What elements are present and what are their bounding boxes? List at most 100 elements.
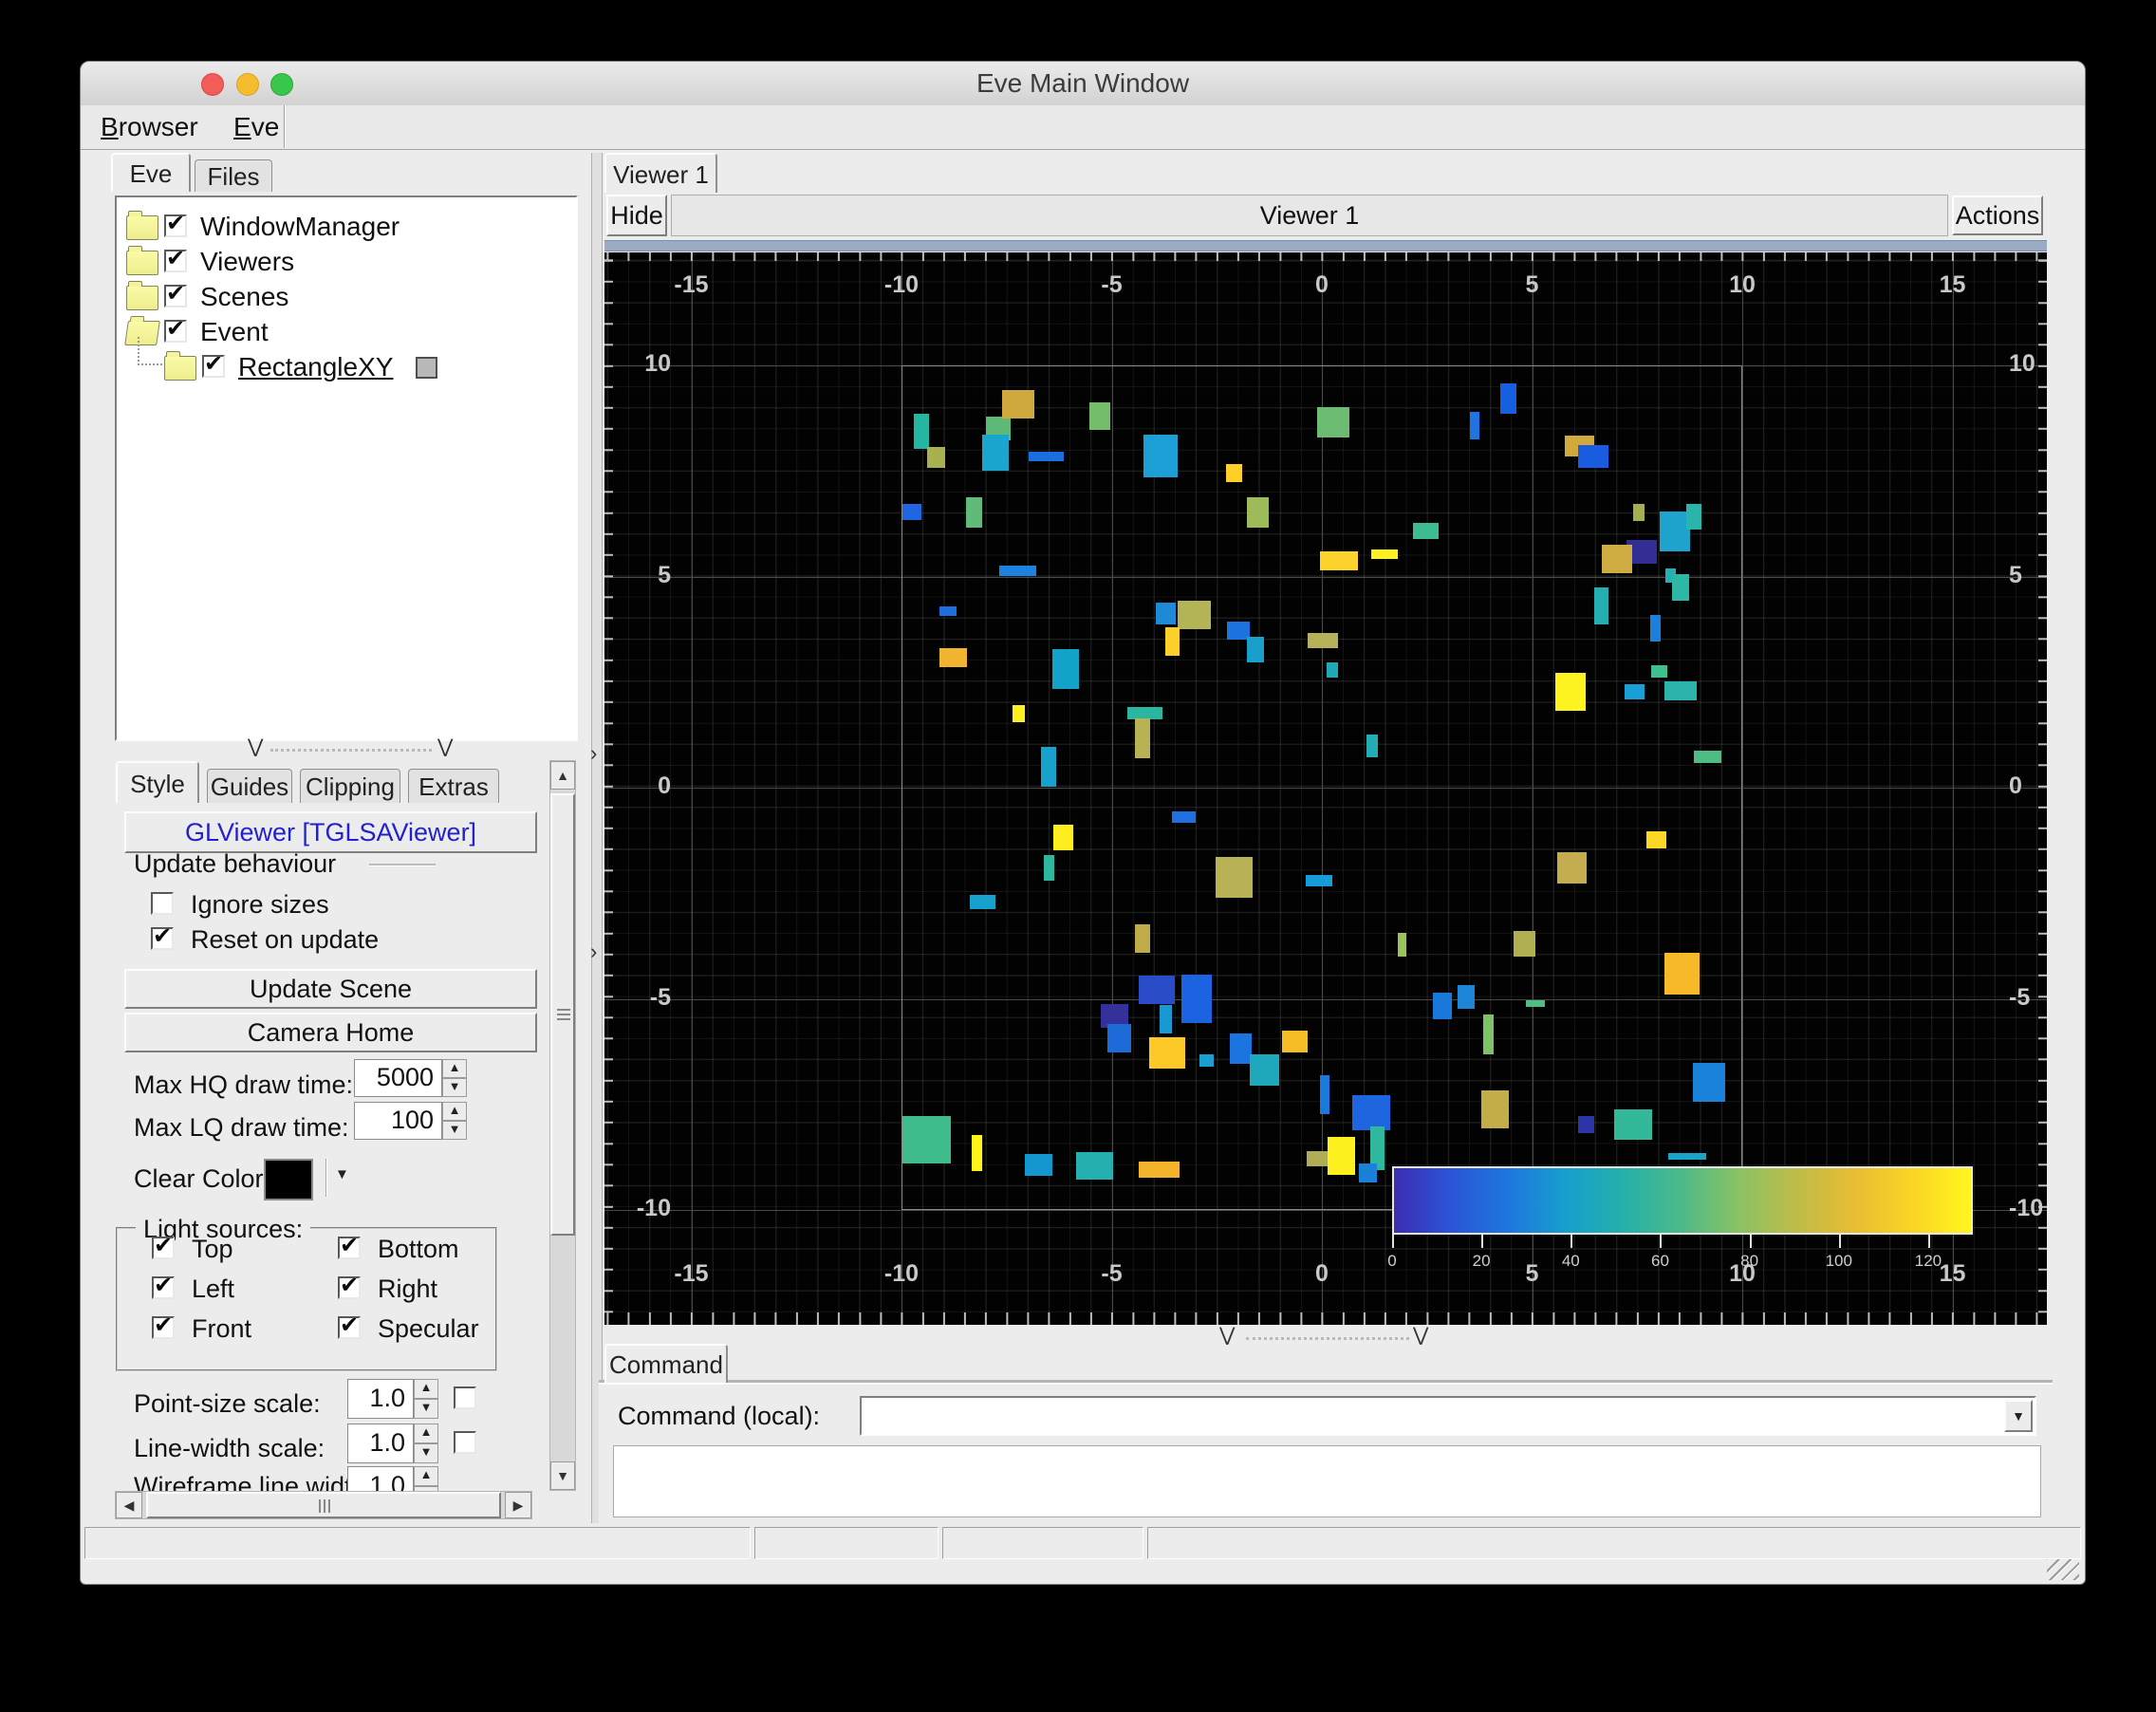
- spin-up-icon[interactable]: ▲: [414, 1466, 438, 1486]
- camera-home-button[interactable]: Camera Home: [124, 1013, 537, 1052]
- ignore-sizes-label: Ignore sizes: [191, 890, 329, 919]
- tree-checkbox[interactable]: ✔: [202, 351, 225, 378]
- gridline-x-15: [1952, 252, 1954, 1325]
- viewer-title-bar[interactable]: Viewer 1: [671, 195, 1948, 236]
- tab-viewer-1[interactable]: Viewer 1: [604, 153, 717, 193]
- top-light-checkbox[interactable]: ✔: [152, 1233, 175, 1259]
- splitter-arrow-icon[interactable]: ›: [590, 741, 597, 766]
- editor-hscrollbar[interactable]: ◀ ▶: [115, 1491, 532, 1519]
- tab-eve[interactable]: Eve: [111, 153, 191, 192]
- line-width-stepper[interactable]: ▲ ▼: [414, 1424, 438, 1463]
- color-dropdown-icon[interactable]: ▼: [335, 1166, 349, 1182]
- axis-label-bottom: 15: [1939, 1260, 1966, 1287]
- line-width-checkbox[interactable]: [454, 1431, 476, 1454]
- max-hq-input[interactable]: 5000: [354, 1059, 442, 1097]
- command-input[interactable]: [860, 1396, 2036, 1436]
- tab-extras[interactable]: Extras: [408, 769, 499, 803]
- scroll-left-icon[interactable]: ◀: [116, 1492, 142, 1518]
- splitter-handle[interactable]: [1246, 1337, 1409, 1340]
- max-hq-stepper[interactable]: ▲ ▼: [442, 1059, 467, 1097]
- scroll-up-icon[interactable]: ▲: [550, 761, 575, 790]
- command-output-area[interactable]: [613, 1445, 2041, 1517]
- splitter-arrow-icon[interactable]: ›: [590, 940, 597, 964]
- scene-rectangle: [1306, 875, 1333, 887]
- ignore-sizes-checkbox[interactable]: [151, 892, 174, 915]
- menu-browser[interactable]: Browser: [101, 105, 198, 149]
- folder-icon[interactable]: [126, 281, 158, 310]
- splitter-chevron-icon[interactable]: ⋁: [248, 737, 263, 756]
- line-width-input[interactable]: 1.0: [347, 1424, 414, 1463]
- point-size-checkbox[interactable]: [454, 1386, 476, 1409]
- max-lq-input[interactable]: 100: [354, 1102, 442, 1140]
- folder-icon[interactable]: [126, 246, 158, 275]
- wireframe-width-input[interactable]: 1.0: [347, 1466, 414, 1491]
- right-light-checkbox[interactable]: ✔: [338, 1273, 361, 1299]
- folder-icon[interactable]: [126, 211, 158, 240]
- spin-down-icon[interactable]: ▼: [414, 1443, 438, 1463]
- tree-checkbox[interactable]: ✔: [164, 246, 187, 272]
- command-dropdown-icon[interactable]: ▼: [2004, 1400, 2033, 1432]
- wireframe-width-stepper[interactable]: ▲▼: [414, 1466, 438, 1491]
- reset-on-update-checkbox[interactable]: ✔: [151, 923, 174, 950]
- splitter-chevron-icon[interactable]: ⋁: [437, 737, 453, 756]
- scroll-right-icon[interactable]: ▶: [505, 1492, 531, 1518]
- actions-button[interactable]: Actions: [1952, 195, 2043, 235]
- scroll-down-icon[interactable]: ▼: [550, 1461, 575, 1490]
- grip-icon: [319, 1499, 321, 1513]
- tree-item-scenes[interactable]: ✔ Scenes: [124, 280, 570, 312]
- menu-eve[interactable]: Eve: [233, 105, 279, 149]
- tab-command[interactable]: Command: [604, 1344, 728, 1383]
- clear-color-swatch[interactable]: [264, 1159, 313, 1200]
- scene-rectangle: [1664, 680, 1698, 700]
- spin-down-icon[interactable]: ▼: [414, 1399, 438, 1419]
- tree-item-rectanglexy[interactable]: ✔ RectangleXY: [124, 337, 570, 382]
- status-segment-2: [942, 1527, 1143, 1559]
- panel-splitter[interactable]: [591, 153, 603, 1523]
- scene-rectangle: [1160, 1005, 1172, 1033]
- scene-rectangle: [1514, 930, 1536, 957]
- spin-up-icon[interactable]: ▲: [442, 1102, 467, 1121]
- left-light-checkbox[interactable]: ✔: [152, 1273, 175, 1299]
- point-size-input[interactable]: 1.0: [347, 1379, 414, 1419]
- specular-light-checkbox[interactable]: ✔: [338, 1312, 361, 1339]
- tab-guides[interactable]: Guides: [207, 769, 292, 803]
- bottom-light-checkbox[interactable]: ✔: [338, 1233, 361, 1259]
- tab-clipping[interactable]: Clipping: [300, 769, 400, 803]
- update-scene-button[interactable]: Update Scene: [124, 969, 537, 1009]
- tree-checkbox[interactable]: ✔: [164, 316, 187, 343]
- tab-files[interactable]: Files: [195, 159, 272, 192]
- title-bar[interactable]: Eve Main Window: [81, 62, 2085, 106]
- vscrollbar-thumb[interactable]: [550, 793, 575, 1236]
- tree-checkbox[interactable]: ✔: [164, 211, 187, 237]
- spin-down-icon[interactable]: ▼: [442, 1078, 467, 1097]
- scene-rectangle: [1480, 1090, 1509, 1129]
- spin-down-icon[interactable]: ▼: [442, 1121, 467, 1140]
- scene-rectangle: [1602, 545, 1632, 573]
- tree-item-viewers[interactable]: ✔ Viewers: [124, 245, 570, 277]
- tree-checkbox[interactable]: ✔: [164, 281, 187, 307]
- axis-label-bottom: 5: [1525, 1260, 1539, 1287]
- tree-item-windowmanager[interactable]: ✔ WindowManager: [124, 210, 570, 242]
- scene-rectangle: [1328, 1137, 1355, 1176]
- tree-item-label: Viewers: [200, 247, 295, 276]
- tree-item-event[interactable]: ✔ Event: [124, 315, 570, 347]
- splitter-handle[interactable]: [270, 749, 432, 752]
- hide-button[interactable]: Hide: [606, 195, 667, 236]
- spin-up-icon[interactable]: ▲: [414, 1424, 438, 1443]
- gl-viewport[interactable]: 0 20 40 60 80 100 120 -15 -15 -10 -10 -5 -5 0 0 5 5 10 10…: [604, 252, 2047, 1325]
- tab-style[interactable]: Style: [116, 761, 199, 803]
- editor-vscrollbar[interactable]: ▲ ▼: [549, 760, 576, 1491]
- front-light-checkbox[interactable]: ✔: [152, 1312, 175, 1339]
- render-state-swatch[interactable]: [415, 357, 437, 379]
- folder-icon[interactable]: [164, 351, 196, 381]
- spin-up-icon[interactable]: ▲: [442, 1059, 467, 1078]
- scene-rectangle: [1181, 975, 1212, 1024]
- spin-up-icon[interactable]: ▲: [414, 1379, 438, 1399]
- glviewer-button[interactable]: GLViewer [TGLSAViewer]: [124, 811, 537, 853]
- splitter-chevron-icon[interactable]: ⋁: [1219, 1326, 1235, 1345]
- point-size-stepper[interactable]: ▲ ▼: [414, 1379, 438, 1419]
- hscrollbar-thumb[interactable]: [146, 1492, 501, 1518]
- splitter-chevron-icon[interactable]: ⋁: [1413, 1326, 1428, 1345]
- max-lq-stepper[interactable]: ▲ ▼: [442, 1102, 467, 1140]
- eve-tree-view[interactable]: ✔ WindowManager ✔ Viewers ✔ Scenes ✔ Event ✔ Rect…: [115, 195, 578, 741]
